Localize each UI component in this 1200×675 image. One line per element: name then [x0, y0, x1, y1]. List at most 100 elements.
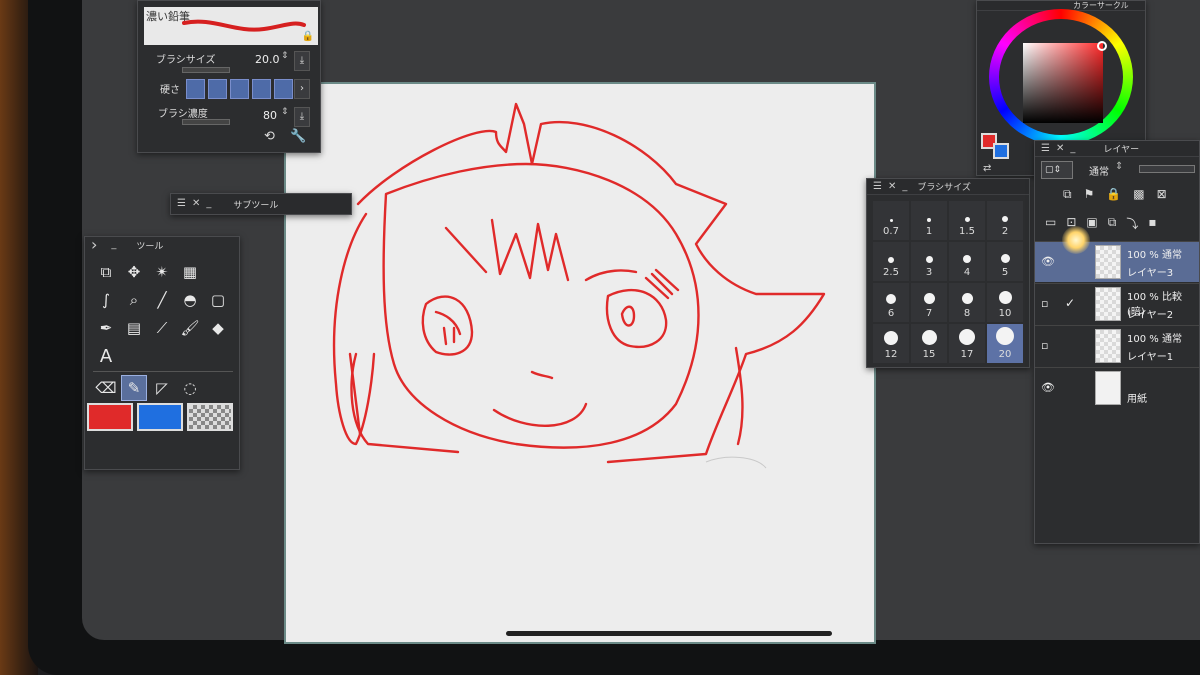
lasso-icon[interactable]: ◌	[177, 375, 203, 401]
hardness-step-2[interactable]	[208, 79, 227, 99]
hardness-step-3[interactable]	[230, 79, 249, 99]
eraser-icon[interactable]: ⌫	[93, 375, 119, 401]
gradient-icon[interactable]: ▤	[121, 315, 147, 341]
delete-layer-icon[interactable]: ▪	[1148, 215, 1156, 232]
lock-icon[interactable]: 🔒	[302, 31, 314, 42]
brush-size-option[interactable]: 10	[987, 283, 1023, 322]
main-color-swatch[interactable]	[87, 403, 133, 431]
menu-icon[interactable]: ☰	[1041, 143, 1050, 154]
pressure-icon[interactable]: ⤓	[294, 51, 310, 71]
brush-size-option[interactable]: 1	[911, 201, 947, 240]
brush-size-option[interactable]: 5	[987, 242, 1023, 281]
layer-color-button[interactable]: ▢⇕	[1041, 161, 1073, 179]
brush-size-option[interactable]: 12	[873, 324, 909, 363]
sub-color-chip[interactable]	[993, 143, 1009, 159]
magic-wand-icon[interactable]: ✴	[149, 259, 175, 285]
layer-row[interactable]: ▫ ✓ 100 % 比較(暗) レイヤー2	[1035, 283, 1199, 324]
drawing-canvas[interactable]	[284, 82, 876, 644]
move-layer-icon[interactable]: ⧉	[93, 259, 119, 285]
menu-icon[interactable]: ☰	[177, 199, 186, 209]
brush-size-option[interactable]: 8	[949, 283, 985, 322]
hardness-step-4[interactable]	[252, 79, 271, 99]
brush-size-option[interactable]: 6	[873, 283, 909, 322]
pen-icon[interactable]: ✒	[93, 315, 119, 341]
close-icon[interactable]: ✕	[192, 199, 200, 209]
brush-size-option[interactable]: 20	[987, 324, 1023, 363]
move-icon[interactable]: ✥	[121, 259, 147, 285]
hardness-step-1[interactable]	[186, 79, 205, 99]
brush-size-label: 4	[963, 267, 971, 278]
opacity-slider[interactable]	[1139, 165, 1195, 173]
swap-colors-icon[interactable]: ⇄	[983, 163, 991, 174]
brush-size-option[interactable]: 1.5	[949, 201, 985, 240]
layer-row[interactable]: 👁 用紙	[1035, 367, 1199, 408]
clip-icon[interactable]: ⧉	[1063, 187, 1072, 202]
fill-icon[interactable]: ◆	[205, 315, 231, 341]
saturation-value-square[interactable]	[1023, 43, 1103, 123]
stepper-icon[interactable]: ⇕	[1115, 161, 1123, 172]
blend-icon[interactable]: ◓	[177, 287, 203, 313]
brush-size-option[interactable]: 4	[949, 242, 985, 281]
mask-icon[interactable]: ⊠	[1157, 187, 1167, 202]
brush-size-option[interactable]: 0.7	[873, 201, 909, 240]
new-folder-icon[interactable]: ▣	[1086, 215, 1097, 232]
chevron-right-icon[interactable]: ›	[294, 79, 310, 99]
ruler-icon[interactable]: ◸	[149, 375, 175, 401]
text-icon[interactable]: A	[93, 343, 119, 369]
chevron-right-icon[interactable]: ›	[91, 237, 97, 253]
minimize-icon[interactable]: _	[111, 240, 116, 250]
blend-mode-select[interactable]: 通常	[1089, 163, 1109, 178]
brush-icon[interactable]: 🖌	[177, 315, 203, 341]
brush-size-option[interactable]: 2.5	[873, 242, 909, 281]
eyedropper-icon[interactable]: ⟋	[149, 315, 175, 341]
close-icon[interactable]: ✕	[1056, 143, 1064, 154]
brush-size-option[interactable]: 7	[911, 283, 947, 322]
pressure-icon[interactable]: ⤓	[294, 107, 310, 127]
layer-row[interactable]: ▫ 100 % 通常 レイヤー1	[1035, 325, 1199, 366]
transparent-color-swatch[interactable]	[187, 403, 233, 431]
brush-size-label: 15	[922, 349, 936, 360]
brush-size-panel: ☰ ✕ _ ブラシサイズ 0.7 1 1.5 2 2.5 3 4 5 6 7 8 10 12 15 17 20	[866, 178, 1030, 368]
eye-icon[interactable]: 👁	[1041, 255, 1055, 268]
brush-size-value[interactable]: 20.0	[255, 53, 280, 66]
brush-size-option[interactable]: 2	[987, 201, 1023, 240]
menu-icon[interactable]: ☰	[873, 181, 882, 192]
grid-icon[interactable]: ▦	[177, 259, 203, 285]
layer-row[interactable]: 👁 100 % 通常 レイヤー3	[1035, 241, 1199, 282]
check-icon[interactable]: ✓	[1065, 296, 1075, 310]
wrench-icon[interactable]: 🔧	[290, 129, 306, 144]
brush-size-option[interactable]: 3	[911, 242, 947, 281]
reset-icon[interactable]: ⟲	[264, 129, 275, 144]
brush-size-slider[interactable]	[182, 67, 230, 73]
hardness-step-5[interactable]	[274, 79, 293, 99]
sub-color-swatch[interactable]	[137, 403, 183, 431]
close-icon[interactable]: ✕	[888, 181, 896, 192]
brush-density-slider[interactable]	[182, 119, 230, 125]
copy-layer-icon[interactable]: ⧉	[1108, 215, 1117, 232]
new-raster-layer-icon[interactable]: ▭	[1045, 215, 1056, 232]
brush-density-value[interactable]: 80	[263, 109, 277, 122]
hidden-checkbox[interactable]: ▫	[1041, 297, 1048, 310]
minimize-icon[interactable]: _	[206, 199, 211, 209]
pencil-icon[interactable]: ✎	[121, 375, 147, 401]
eye-icon[interactable]: 👁	[1041, 381, 1055, 394]
brush-preview[interactable]: 濃い鉛筆 🔒	[144, 7, 318, 45]
pen-nib-icon[interactable]: ∫	[93, 287, 119, 313]
alpha-lock-icon[interactable]: ▩	[1133, 187, 1144, 202]
minimize-icon[interactable]: _	[1070, 143, 1075, 154]
hidden-checkbox[interactable]: ▫	[1041, 339, 1048, 352]
lock-icon[interactable]: 🔒	[1106, 187, 1121, 202]
divider	[93, 371, 233, 372]
color-picker-handle[interactable]	[1097, 41, 1107, 51]
zoom-icon[interactable]: ⌕	[121, 287, 147, 313]
rect-select-icon[interactable]: ▢	[205, 287, 231, 313]
stepper-icon[interactable]: ⇕	[281, 107, 289, 117]
reference-icon[interactable]: ⚑	[1084, 187, 1095, 202]
brush-size-grid: 0.7 1 1.5 2 2.5 3 4 5 6 7 8 10 12 15 17 20	[873, 201, 1023, 363]
stepper-icon[interactable]: ⇕	[281, 51, 289, 61]
minimize-icon[interactable]: _	[902, 181, 907, 192]
line-icon[interactable]: ╱	[149, 287, 175, 313]
brush-size-option[interactable]: 15	[911, 324, 947, 363]
merge-layer-icon[interactable]: ⤵	[1126, 215, 1138, 232]
brush-size-option[interactable]: 17	[949, 324, 985, 363]
